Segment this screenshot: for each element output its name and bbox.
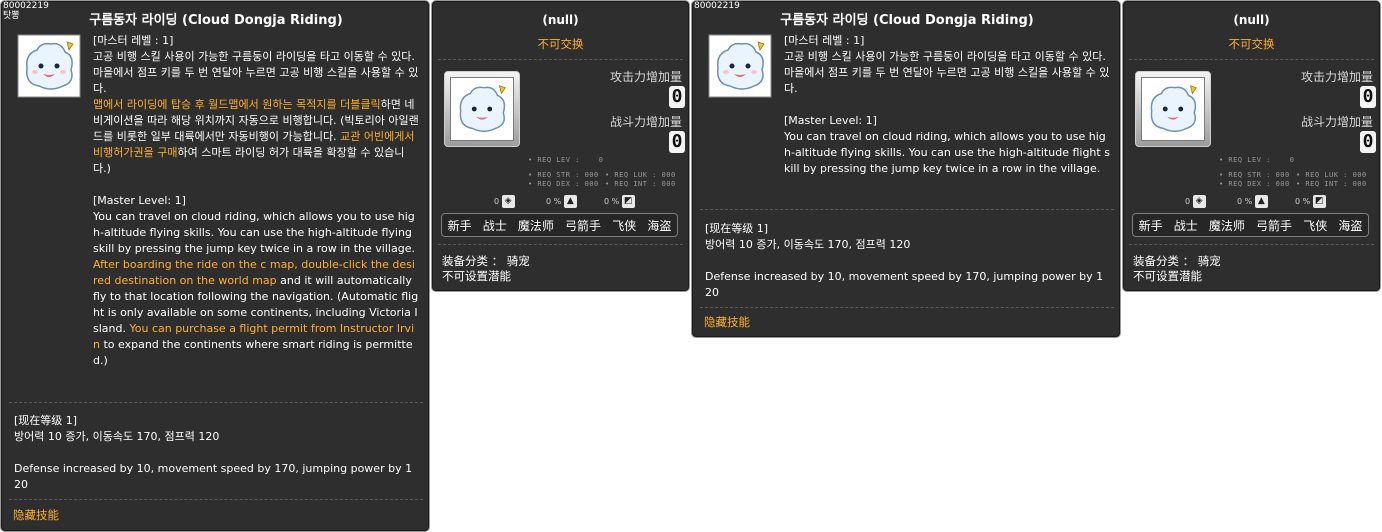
job-magician: 魔法师 <box>517 218 554 233</box>
divider <box>1129 244 1374 245</box>
req-str: • REQ STR : 000 <box>1219 171 1290 179</box>
slot-1: 0 ◈ <box>494 195 515 208</box>
slot-1-value: 0 <box>1185 197 1191 206</box>
untradable-label: 不可交换 <box>537 37 584 51</box>
req-dex: • REQ DEX : 000 <box>1219 180 1290 188</box>
master-level-en: [Master Level: 1] <box>93 194 186 207</box>
slot-1-value: 0 <box>494 197 500 206</box>
glove-icon: ◩ <box>621 195 635 208</box>
skill-title: 구름동자 라이딩 (Cloud Dongja Riding) <box>89 13 343 28</box>
master-level-ko: [마스터 레벨 : 1] <box>784 34 865 47</box>
cloud-dongja-icon <box>1141 77 1205 141</box>
divider <box>700 307 1114 308</box>
pendant-icon: ◈ <box>501 195 515 208</box>
job-thief: 飞侠 <box>1303 218 1328 233</box>
slot-3-value: 0 % <box>604 197 620 206</box>
divider <box>438 244 683 245</box>
combat-increase-label: 战斗力增加量 <box>609 115 682 129</box>
attack-increase-label: 攻击力增加量 <box>1300 70 1373 84</box>
divider <box>9 402 423 403</box>
req-int: • REQ INT : 000 <box>605 180 676 188</box>
equip-category: 装备分类 ： 骑宠 <box>1133 254 1221 268</box>
no-potential-label: 不可设置潜能 <box>442 269 511 283</box>
job-pirate: 海盗 <box>647 218 672 233</box>
req-str: • REQ STR : 000 <box>528 171 599 179</box>
equip-category: 装备分类 ： 骑宠 <box>442 254 530 268</box>
skill-title: 구름동자 라이딩 (Cloud Dongja Riding) <box>780 13 1034 28</box>
hidden-skill-label: 隐藏技能 <box>13 508 59 522</box>
slot-2-value: 0 % <box>1237 197 1253 206</box>
slot-2: 0 % ▲ <box>1237 195 1268 208</box>
job-warrior: 战士 <box>1173 218 1198 233</box>
slot-3-value: 0 % <box>1295 197 1311 206</box>
slot-2-value: 0 % <box>546 197 562 206</box>
job-thief: 飞侠 <box>612 218 637 233</box>
job-beginner: 新手 <box>1138 218 1163 233</box>
attack-increase-value: 0 <box>669 86 685 108</box>
divider <box>1129 59 1374 60</box>
req-int: • REQ INT : 000 <box>1296 180 1367 188</box>
job-beginner: 新手 <box>447 218 472 233</box>
item-title: (null) <box>542 13 579 27</box>
skill-tooltip-panel: 80002219 탓뽕 구름동자 라이딩 (Cloud Dongja Ridin… <box>0 0 430 532</box>
job-archer: 弓箭手 <box>565 218 602 233</box>
combat-increase-label: 战斗力增加量 <box>1300 115 1373 129</box>
slot-1: 0 ◈ <box>1185 195 1206 208</box>
hidden-skill-label: 隐藏技能 <box>704 315 750 329</box>
slot-3: 0 % ◩ <box>604 195 635 208</box>
combat-increase-value: 0 <box>1360 131 1376 153</box>
job-archer: 弓箭手 <box>1256 218 1293 233</box>
req-luk: • REQ LUK : 000 <box>1296 171 1367 179</box>
slot-2: 0 % ▲ <box>546 195 577 208</box>
effect-ko: 방어력 10 증가, 이동속도 170, 점프력 120 <box>14 430 220 443</box>
job-class-row: 新手 战士 魔法师 弓箭手 飞侠 海盗 <box>441 213 678 237</box>
shield-icon: ▲ <box>1254 195 1268 208</box>
job-warrior: 战士 <box>482 218 507 233</box>
cloud-dongja-icon <box>708 34 772 98</box>
master-level-ko: [마스터 레벨 : 1] <box>93 34 174 47</box>
skill-sub-label: 탓뽕 <box>3 11 20 21</box>
effect-en: Defense increased by 10, movement speed … <box>705 270 1104 299</box>
divider <box>438 59 683 60</box>
description-en: You can travel on cloud riding, which al… <box>784 130 1110 175</box>
item-title: (null) <box>1233 13 1270 27</box>
description-ko: 고공 비행 스킬 사용이 가능한 구름둥이 라이딩을 타고 이동할 수 있다. … <box>93 50 419 175</box>
effect-en: Defense increased by 10, movement speed … <box>14 462 413 491</box>
skill-tooltip-panel-compact: 80002219 구름동자 라이딩 (Cloud Dongja Riding) … <box>691 0 1121 338</box>
cloud-dongja-icon <box>450 77 514 141</box>
req-dex: • REQ DEX : 000 <box>528 180 599 188</box>
divider <box>9 499 423 500</box>
combat-increase-value: 0 <box>669 131 685 153</box>
job-magician: 魔法师 <box>1208 218 1245 233</box>
item-tooltip-panel: (null) 不可交换 攻击力增加量 0 战斗力增加量 0 • REQ LEV … <box>431 0 690 292</box>
divider <box>700 209 1114 210</box>
description-en: You can travel on cloud riding, which al… <box>93 210 419 367</box>
item-tooltip-panel: (null) 不可交换 攻击力增加量 0 战斗力增加量 0 • REQ LEV … <box>1122 0 1381 292</box>
effect-ko: 방어력 10 증가, 이동속도 170, 점프력 120 <box>705 238 911 251</box>
req-luk: • REQ LUK : 000 <box>605 171 676 179</box>
current-level: [现在等级 1] <box>705 222 769 235</box>
no-potential-label: 不可设置潜能 <box>1133 269 1202 283</box>
master-level-en: [Master Level: 1] <box>784 114 877 127</box>
untradable-label: 不可交换 <box>1228 37 1275 51</box>
current-level: [现在等级 1] <box>14 414 78 427</box>
item-icon-frame <box>1135 71 1211 147</box>
glove-icon: ◩ <box>1312 195 1326 208</box>
slot-3: 0 % ◩ <box>1295 195 1326 208</box>
description-ko: 고공 비행 스킬 사용이 가능한 구름둥이 라이딩을 타고 이동할 수 있다. … <box>784 50 1110 95</box>
cloud-dongja-icon <box>17 34 81 98</box>
item-icon-frame <box>444 71 520 147</box>
attack-increase-label: 攻击力增加量 <box>609 70 682 84</box>
pendant-icon: ◈ <box>1192 195 1206 208</box>
req-level: • REQ LEV : 0 <box>1219 156 1295 164</box>
shield-icon: ▲ <box>563 195 577 208</box>
attack-increase-value: 0 <box>1360 86 1376 108</box>
job-class-row: 新手 战士 魔法师 弓箭手 飞侠 海盗 <box>1132 213 1369 237</box>
req-level: • REQ LEV : 0 <box>528 156 604 164</box>
job-pirate: 海盗 <box>1338 218 1363 233</box>
